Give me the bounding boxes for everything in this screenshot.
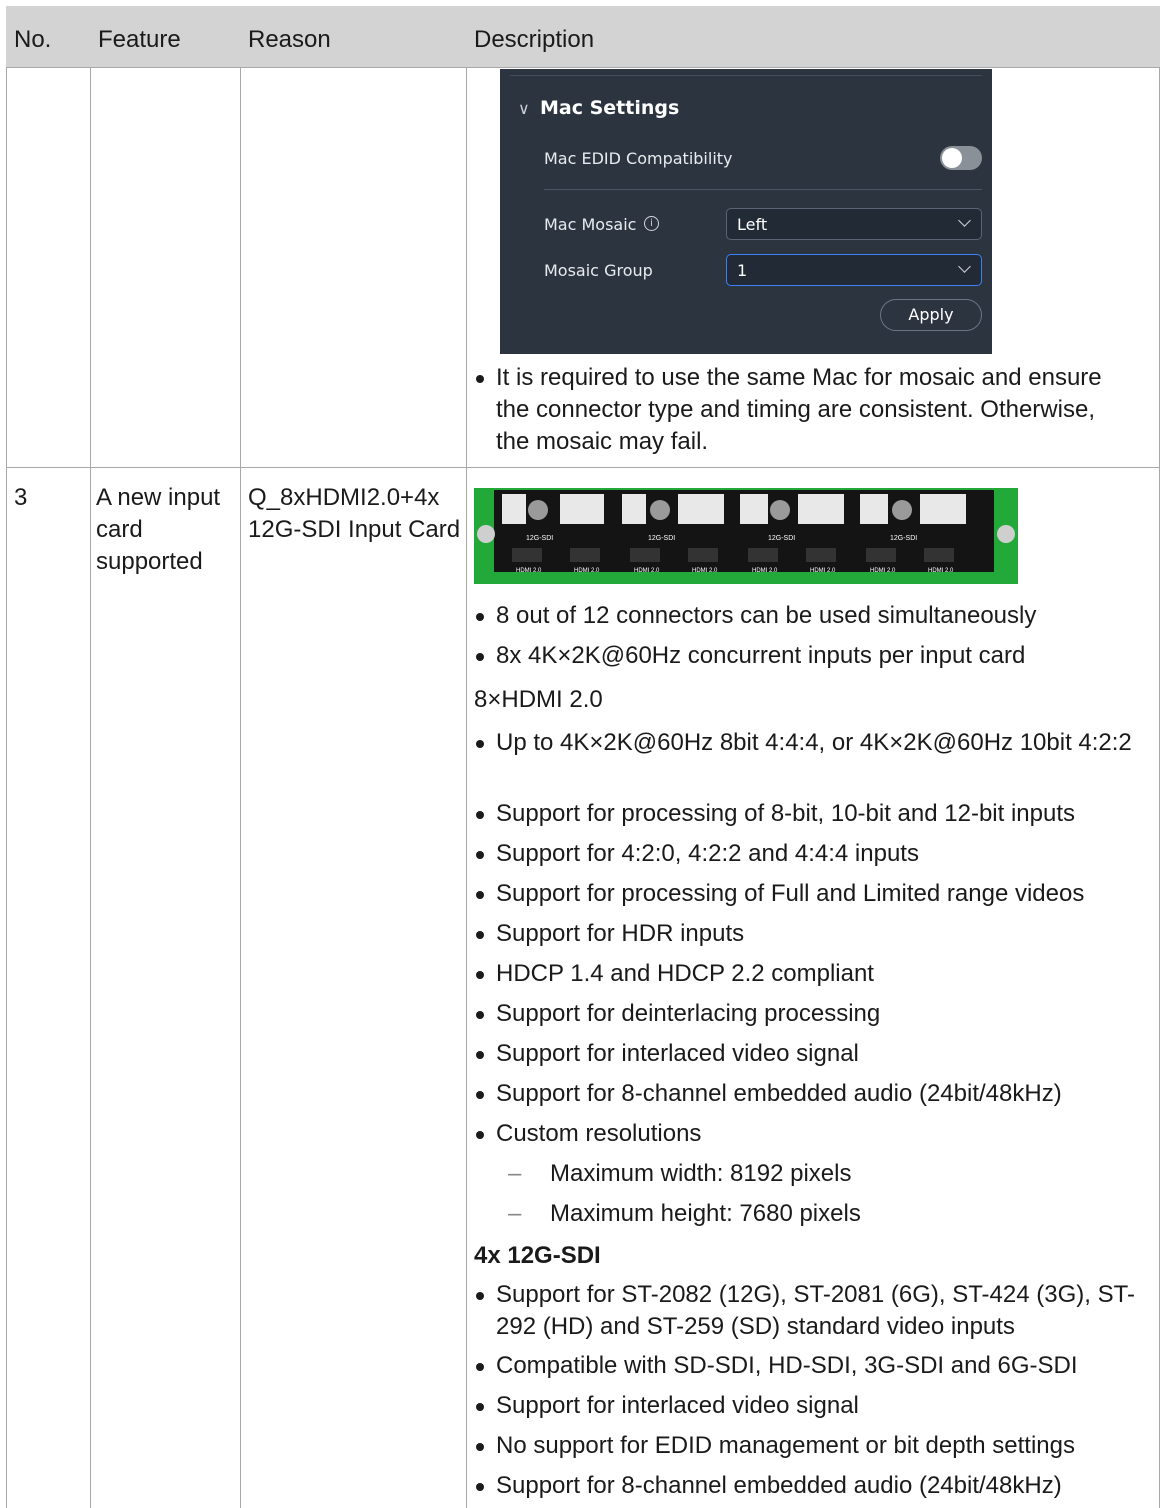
mac-settings-panel: ∨ Mac Settings Mac EDID Compatibility Ma… — [500, 69, 992, 354]
chevron-down-icon[interactable]: ∨ — [518, 99, 530, 118]
panel-divider — [544, 189, 982, 190]
bullet-icon — [476, 811, 484, 819]
col-border-0 — [6, 6, 7, 1508]
row-border — [6, 467, 1160, 468]
svg-text:HDMI 2.0: HDMI 2.0 — [752, 568, 778, 574]
bullet-icon — [476, 653, 484, 661]
svg-text:12G-SDI: 12G-SDI — [648, 535, 675, 542]
sub-list-item: – Maximum height: 7680 pixels — [508, 1198, 861, 1230]
panel-divider — [510, 75, 982, 76]
list-item: Up to 4K×2K@60Hz 8bit 4:4:4, or 4K×2K@60… — [474, 727, 1144, 759]
list-item: No support for EDID management or bit de… — [474, 1430, 1075, 1462]
svg-text:HDMI 2.0: HDMI 2.0 — [928, 568, 954, 574]
svg-text:HDMI 2.0: HDMI 2.0 — [692, 568, 718, 574]
mac-settings-title: Mac Settings — [540, 97, 680, 119]
list-item: Support for 8-channel embedded audio (24… — [474, 1078, 1062, 1110]
mac-edid-toggle[interactable] — [940, 146, 982, 170]
mosaic-group-label: Mosaic Group — [544, 261, 653, 280]
bullet-icon — [476, 1483, 484, 1491]
bullet-icon — [476, 375, 484, 383]
toggle-knob — [942, 148, 962, 168]
list-item: Support for 8-channel embedded audio (24… — [474, 1470, 1062, 1502]
apply-button[interactable]: Apply — [880, 299, 982, 331]
chevron-down-icon — [958, 214, 971, 227]
bullet-icon — [476, 1011, 484, 1019]
chevron-down-icon — [958, 260, 971, 273]
list-item: Custom resolutions — [474, 1118, 701, 1150]
bullet-icon — [476, 1443, 484, 1451]
col-border-2 — [240, 6, 241, 1508]
svg-text:HDMI 2.0: HDMI 2.0 — [870, 568, 896, 574]
list-item: Support for processing of Full and Limit… — [474, 878, 1084, 910]
sub-list-item: – Maximum width: 8192 pixels — [508, 1158, 851, 1190]
bullet-icon — [476, 931, 484, 939]
bullet-icon — [476, 851, 484, 859]
mac-mosaic-value: Left — [737, 215, 768, 234]
header-feature: Feature — [98, 26, 181, 53]
input-card-image: 12G-SDI 12G-SDI 12G-SDI 12G-SDI HDMI 2.0… — [474, 488, 1018, 584]
header-reason: Reason — [248, 26, 331, 53]
list-item: Support for interlaced video signal — [474, 1390, 859, 1422]
hdmi-heading: 8×HDMI 2.0 — [474, 686, 603, 713]
list-item: Support for ST-2082 (12G), ST-2081 (6G),… — [474, 1279, 1154, 1343]
list-item: Support for interlaced video signal — [474, 1038, 859, 1070]
list-item: Support for deinterlacing processing — [474, 998, 880, 1030]
row3-reason: Q_8xHDMI2.0+4x 12G-SDI Input Card — [248, 484, 461, 543]
row3-no: 3 — [14, 484, 28, 511]
row3-feature: A new input card supported — [96, 484, 221, 575]
col-border-3 — [466, 6, 467, 1508]
sdi-heading: 4x 12G-SDI — [474, 1242, 601, 1269]
col-border-1 — [90, 6, 91, 1508]
table-header: No. Feature Reason Description — [6, 6, 1160, 67]
bullet-icon — [476, 1403, 484, 1411]
bullet-icon — [476, 891, 484, 899]
header-no: No. — [14, 26, 52, 53]
svg-text:HDMI 2.0: HDMI 2.0 — [634, 568, 660, 574]
dash-icon: – — [508, 1200, 522, 1227]
bullet-icon — [476, 1131, 484, 1139]
svg-text:HDMI 2.0: HDMI 2.0 — [574, 568, 600, 574]
mosaic-group-value: 1 — [737, 261, 748, 280]
header-bottom-border — [6, 67, 1160, 68]
mac-edid-label: Mac EDID Compatibility — [544, 149, 733, 168]
bullet-icon — [476, 613, 484, 621]
info-icon[interactable]: i — [644, 216, 659, 231]
bullet-icon — [476, 971, 484, 979]
bullet-icon — [476, 1091, 484, 1099]
list-item: Support for 4:2:0, 4:2:2 and 4:4:4 input… — [474, 838, 919, 870]
bullet-icon — [476, 1363, 484, 1371]
bullet-icon — [476, 740, 484, 748]
svg-text:HDMI 2.0: HDMI 2.0 — [810, 568, 836, 574]
list-item: HDCP 1.4 and HDCP 2.2 compliant — [474, 958, 874, 990]
dash-icon: – — [508, 1160, 522, 1187]
list-item: Compatible with SD-SDI, HD-SDI, 3G-SDI a… — [474, 1350, 1078, 1382]
svg-text:12G-SDI: 12G-SDI — [890, 535, 917, 542]
header-description: Description — [474, 26, 595, 53]
mac-mosaic-select[interactable]: Left — [726, 208, 982, 240]
bullet-icon — [476, 1051, 484, 1059]
svg-text:12G-SDI: 12G-SDI — [768, 535, 795, 542]
svg-text:12G-SDI: 12G-SDI — [526, 535, 553, 542]
list-item: Support for HDR inputs — [474, 918, 744, 950]
mac-mosaic-label: Mac Mosaic — [544, 215, 637, 234]
bullet-icon — [476, 1292, 484, 1300]
list-item: 8x 4K×2K@60Hz concurrent inputs per inpu… — [474, 640, 1025, 672]
list-item: It is required to use the same Mac for m… — [474, 362, 1134, 458]
list-item: Support for processing of 8-bit, 10-bit … — [474, 798, 1075, 830]
mosaic-group-select[interactable]: 1 — [726, 254, 982, 286]
list-item: 8 out of 12 connectors can be used simul… — [474, 600, 1036, 632]
svg-text:HDMI 2.0: HDMI 2.0 — [516, 568, 542, 574]
